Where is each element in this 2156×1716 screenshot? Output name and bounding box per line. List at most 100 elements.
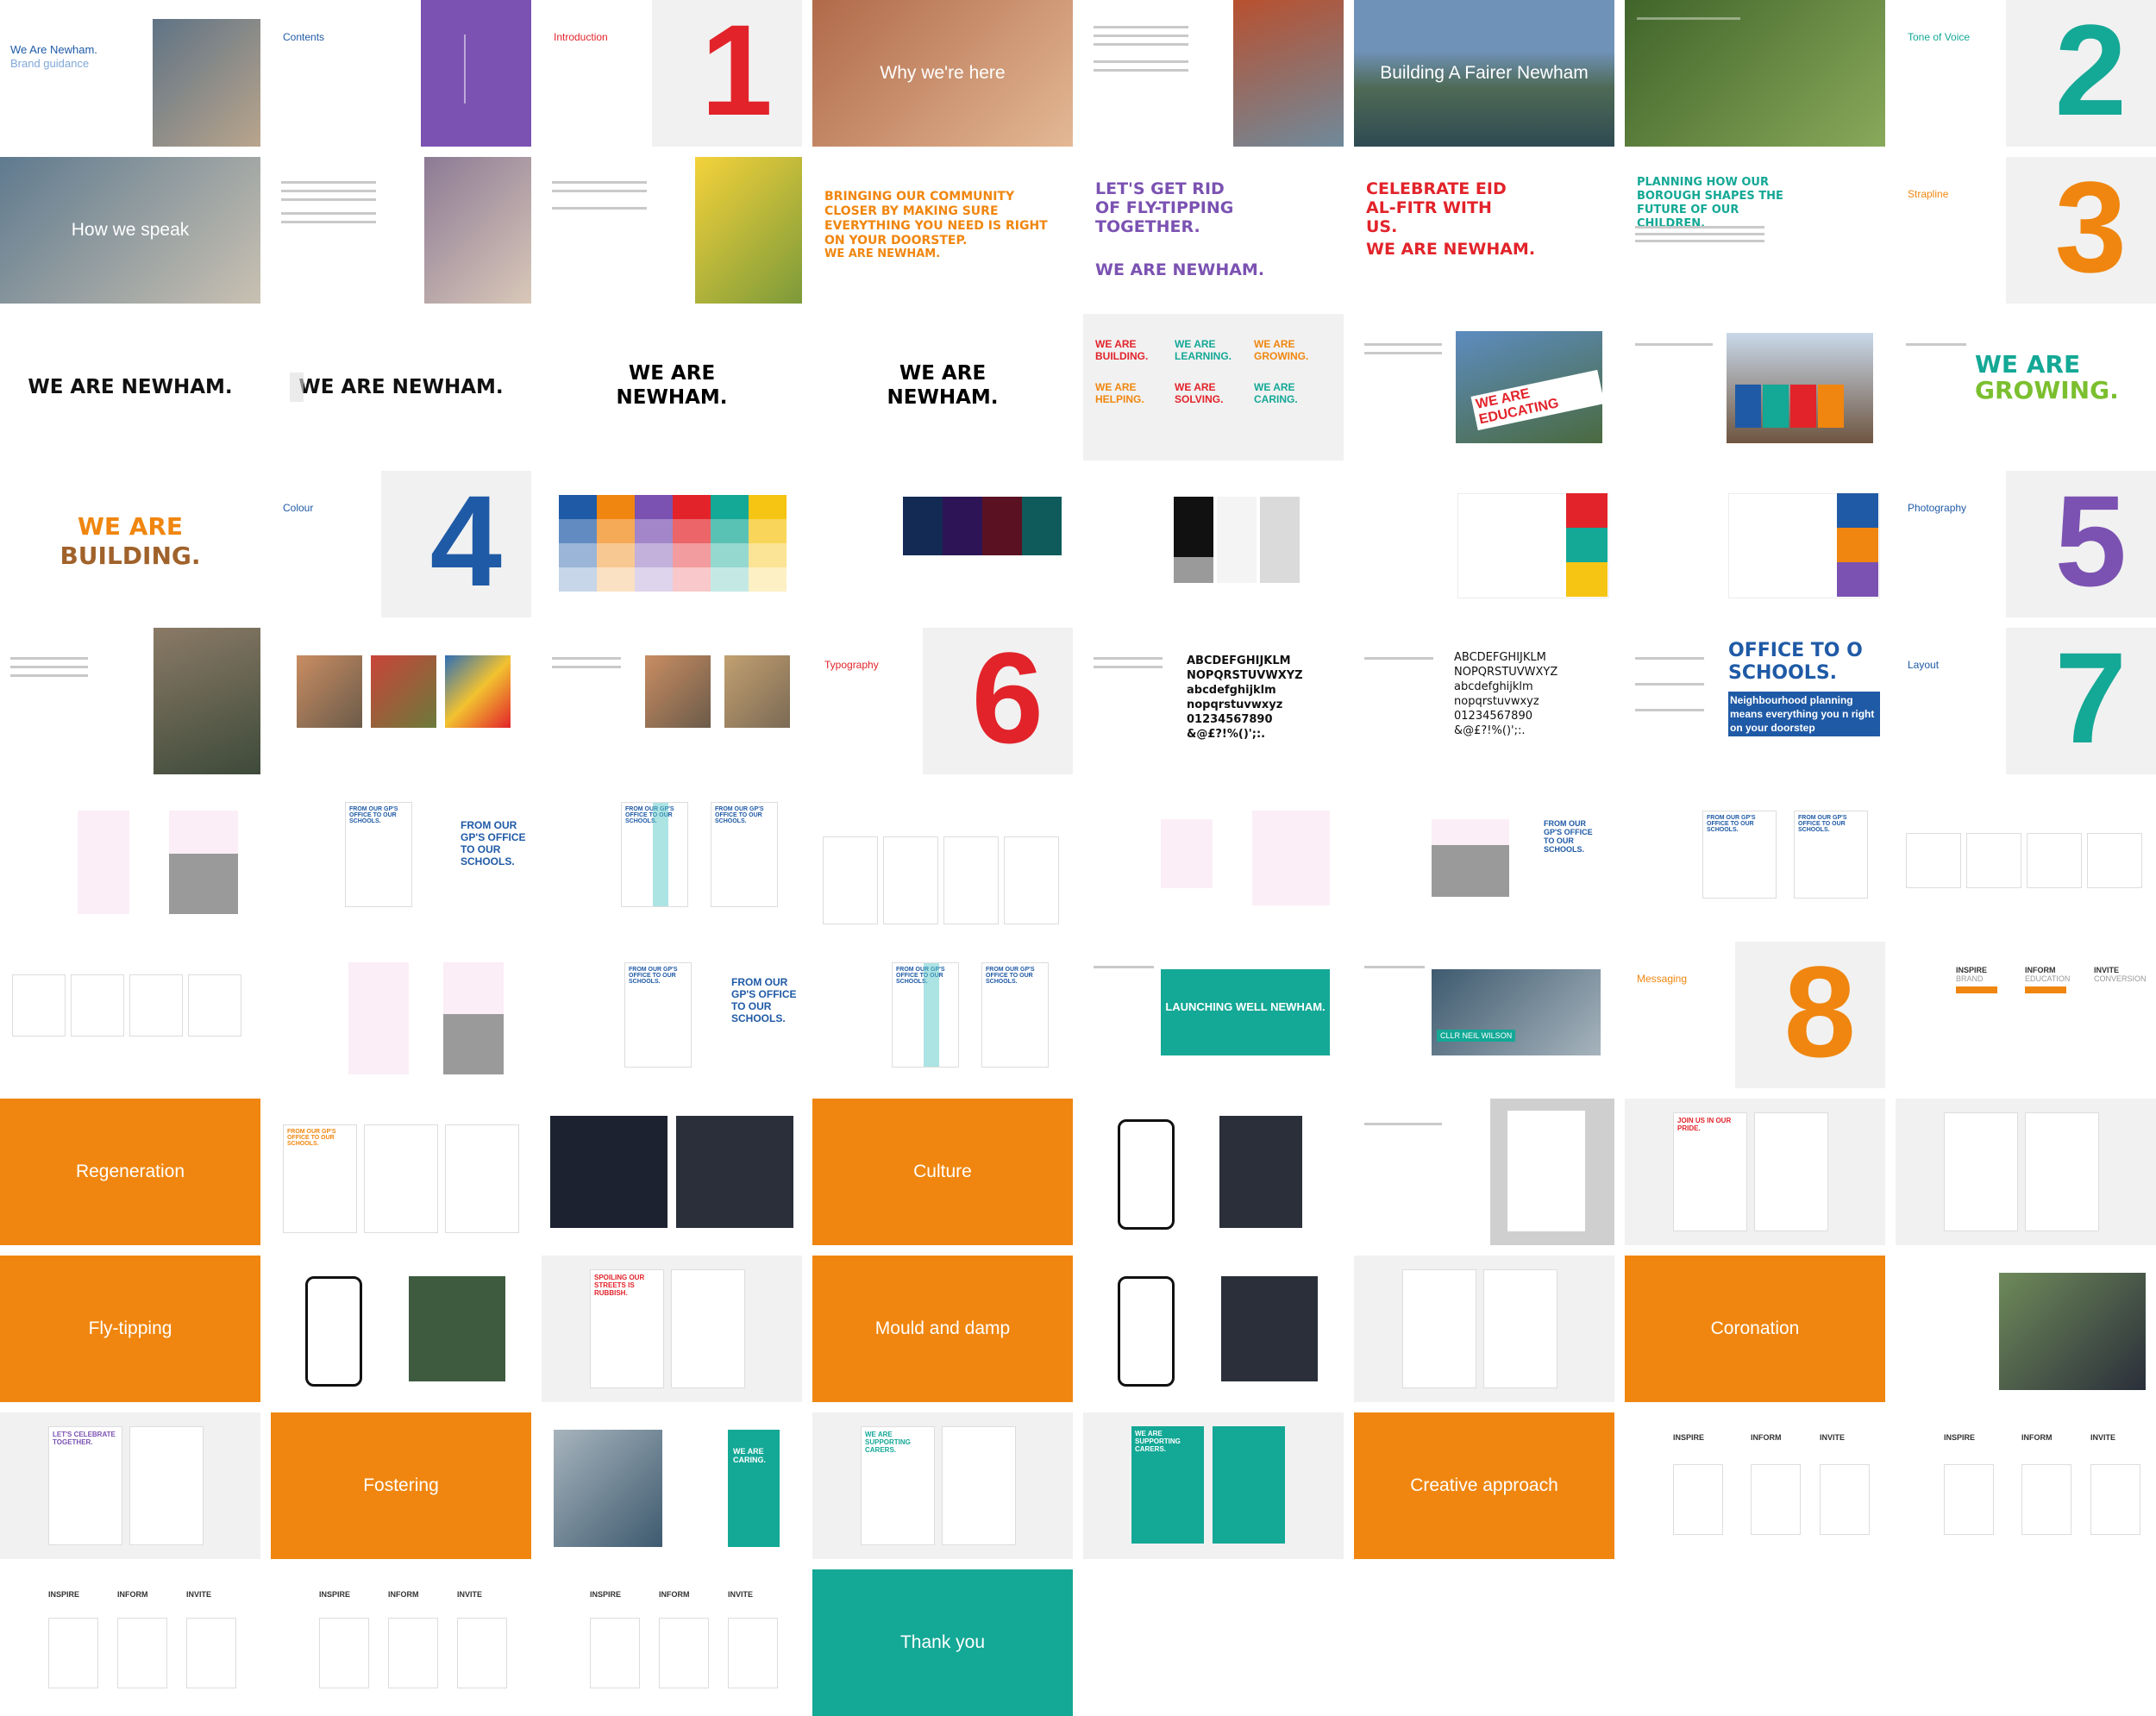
- page-culture-leaflet-2[interactable]: [1896, 1099, 2156, 1245]
- page-educating-banner[interactable]: WE ARE EDUCATING: [1354, 314, 1614, 460]
- page-layout-poster-2[interactable]: FROM OUR GP'S OFFICE TO OUR SCHOOLS. FRO…: [542, 785, 802, 931]
- page-social-samples[interactable]: [0, 942, 260, 1088]
- page-flytip-leaflet[interactable]: SPOILING OUR STREETS IS RUBBISH.: [542, 1256, 802, 1402]
- page-strapline-stacked-exclusion[interactable]: WE ARE NEWHAM.: [812, 314, 1073, 460]
- page-secondary-font[interactable]: ABCDEFGHIJKLM NOPQRSTUVWXYZ abcdefghijkl…: [1354, 628, 1614, 774]
- page-colour-ratio-1[interactable]: [1354, 471, 1614, 617]
- page-tone-text[interactable]: [542, 157, 802, 304]
- theme-culture[interactable]: Culture: [812, 1099, 1073, 1245]
- page-green-text[interactable]: [1625, 0, 1885, 147]
- swatch-white: [1217, 497, 1257, 583]
- page-a3-grid[interactable]: [271, 942, 531, 1088]
- page-layout-poster-1[interactable]: FROM OUR GP'S OFFICE TO OUR SCHOOLS. FRO…: [271, 785, 531, 931]
- page-regeneration-posters[interactable]: FROM OUR GP'S OFFICE TO OUR SCHOOLS.: [271, 1099, 531, 1245]
- page-creative-matrix[interactable]: INSPIRE INFORM INVITE: [1625, 1412, 1885, 1559]
- page-creative-matrix-4[interactable]: INSPIRE INFORM INVITE: [271, 1569, 531, 1716]
- page-strapline-full[interactable]: WE ARE NEWHAM.: [0, 314, 260, 460]
- page-layout-social-variants[interactable]: [1896, 785, 2156, 931]
- page-layout-grid-1[interactable]: [0, 785, 260, 931]
- page-culture-social[interactable]: [1083, 1099, 1344, 1245]
- theme-fly-tipping[interactable]: Fly-tipping: [0, 1256, 260, 1402]
- section-tone[interactable]: Tone of Voice 2: [1896, 0, 2156, 147]
- page-photo-examples[interactable]: [271, 628, 531, 774]
- type-symbols: &@£?!%()';:.: [1187, 728, 1266, 741]
- page-colour-ratio-2[interactable]: [1625, 471, 1885, 617]
- photo-example: [645, 655, 711, 728]
- palette-tint: [597, 495, 635, 519]
- section-colour[interactable]: Colour 4: [271, 471, 531, 617]
- page-building[interactable]: WE ARE BUILDING.: [0, 471, 260, 617]
- strapline-line1: WE ARE: [628, 362, 716, 385]
- page-strapline-exclusion[interactable]: WE ARE NEWHAM.: [271, 314, 531, 460]
- page-fairer-newham[interactable]: Building A Fairer Newham: [1354, 0, 1614, 147]
- creative-sample: [659, 1618, 709, 1688]
- page-layout-social-1[interactable]: FROM OUR GP'S OFFICE TO OUR SCHOOLS.: [1354, 785, 1614, 931]
- page-type-hierarchy[interactable]: OFFICE TO O SCHOOLS. Neighbourhood plann…: [1625, 628, 1885, 774]
- page-messaging-matrix[interactable]: INSPIRE INFORM INVITE BRAND EDUCATION CO…: [1896, 942, 2156, 1088]
- page-layout-variants[interactable]: [812, 785, 1073, 931]
- page-why-here[interactable]: Why we're here: [812, 0, 1073, 147]
- page-community-headline[interactable]: BRINGING OUR COMMUNITY CLOSER BY MAKING …: [812, 157, 1073, 304]
- type-specimen: ABCDEFGHIJKLM NOPQRSTUVWXYZ abcdefghijkl…: [1454, 650, 1609, 738]
- section-layout[interactable]: Layout 7: [1896, 628, 2156, 774]
- page-coronation-ooh[interactable]: [1896, 1256, 2156, 1402]
- page-growing[interactable]: WE ARE GROWING.: [1896, 314, 2156, 460]
- poster-headline: FROM OUR GP'S OFFICE TO OUR SCHOOLS.: [287, 1129, 336, 1147]
- page-eid-headline[interactable]: CELEBRATE EID AL-FITR WITH US. WE ARE NE…: [1354, 157, 1614, 304]
- page-cover[interactable]: We Are Newham. Brand guidance: [0, 0, 260, 147]
- page-a3-poster[interactable]: FROM OUR GP'S OFFICE TO OUR SCHOOLS. FRO…: [542, 942, 802, 1088]
- page-mould-leaflet[interactable]: [1354, 1256, 1614, 1402]
- type-example: OFFICE TO O SCHOOLS. Neighbourhood plann…: [1728, 640, 1880, 764]
- page-photo-intro[interactable]: [0, 628, 260, 774]
- theme-fostering[interactable]: Fostering: [271, 1412, 531, 1559]
- text-line: [552, 666, 621, 668]
- page-culture-letter[interactable]: [1354, 1099, 1614, 1245]
- text-line: [1635, 657, 1704, 660]
- col-invite: INVITE: [186, 1590, 212, 1599]
- page-regeneration-ooh[interactable]: [542, 1099, 802, 1245]
- section-strapline[interactable]: Strapline 3: [1896, 157, 2156, 304]
- page-film-launch[interactable]: LAUNCHING WELL NEWHAM.: [1083, 942, 1344, 1088]
- page-a3-poster-guides[interactable]: FROM OUR GP'S OFFICE TO OUR SCHOOLS. FRO…: [812, 942, 1073, 1088]
- page-dark-palette[interactable]: [812, 471, 1073, 617]
- page-flytip-headline[interactable]: LET'S GET RID OF FLY-TIPPING TOGETHER. W…: [1083, 157, 1344, 304]
- leaflet-headline: JOIN US IN OUR PRIDE.: [1677, 1117, 1732, 1132]
- page-strapline-stacked[interactable]: WE ARE NEWHAM.: [542, 314, 802, 460]
- section-typography[interactable]: Typography 6: [812, 628, 1073, 774]
- page-creative-matrix-3[interactable]: INSPIRE INFORM INVITE: [0, 1569, 260, 1716]
- theme-coronation[interactable]: Coronation: [1625, 1256, 1885, 1402]
- page-film-caption[interactable]: CLLR NEIL WILSON: [1354, 942, 1614, 1088]
- theme-regeneration[interactable]: Regeneration: [0, 1099, 260, 1245]
- section-photography[interactable]: Photography 5: [1896, 471, 2156, 617]
- poster: FROM OUR GP'S OFFICE TO OUR SCHOOLS.: [624, 962, 692, 1068]
- page-fostering-ooh[interactable]: WE ARE CARING.: [542, 1412, 802, 1559]
- page-culture-leaflet[interactable]: JOIN US IN OUR PRIDE.: [1625, 1099, 1885, 1245]
- section-introduction[interactable]: Introduction 1: [542, 0, 802, 147]
- page-intro-text[interactable]: [1083, 0, 1344, 147]
- page-planning-headline[interactable]: PLANNING HOW OUR BOROUGH SHAPES THE FUTU…: [1625, 157, 1885, 304]
- page-colour-palette[interactable]: [542, 471, 802, 617]
- page-strapline-words[interactable]: WE ARE BUILDING. WE ARE LEARNING. WE ARE…: [1083, 314, 1344, 460]
- page-layout-grid-2[interactable]: [1083, 785, 1344, 931]
- page-celebrate-leaflet[interactable]: LET'S CELEBRATE TOGETHER.: [0, 1412, 260, 1559]
- page-fostering-leaflet-2[interactable]: WE ARE SUPPORTING CARERS.: [1083, 1412, 1344, 1559]
- page-creative-matrix-2[interactable]: INSPIRE INFORM INVITE: [1896, 1412, 2156, 1559]
- page-creative-matrix-5[interactable]: INSPIRE INFORM INVITE: [542, 1569, 802, 1716]
- section-messaging[interactable]: Messaging 8: [1625, 942, 1885, 1088]
- page-primary-font[interactable]: ABCDEFGHIJKLM NOPQRSTUVWXYZ abcdefghijkl…: [1083, 628, 1344, 774]
- page-fostering-leaflet[interactable]: WE ARE SUPPORTING CARERS.: [812, 1412, 1073, 1559]
- page-mould-social[interactable]: [1083, 1256, 1344, 1402]
- page-contents[interactable]: Contents: [271, 0, 531, 147]
- theme-mould-damp[interactable]: Mould and damp: [812, 1256, 1073, 1402]
- page-grammar[interactable]: [271, 157, 531, 304]
- strapline-line2: NEWHAM.: [887, 386, 999, 409]
- page-flytip-social[interactable]: [271, 1256, 531, 1402]
- text-line: [552, 657, 621, 660]
- page-photo-real[interactable]: [542, 628, 802, 774]
- theme-creative-approach[interactable]: Creative approach: [1354, 1412, 1614, 1559]
- page-how-we-speak[interactable]: How we speak: [0, 157, 260, 304]
- page-layout-social-2[interactable]: FROM OUR GP'S OFFICE TO OUR SCHOOLS. FRO…: [1625, 785, 1885, 931]
- page-neutral-palette[interactable]: [1083, 471, 1344, 617]
- page-thank-you[interactable]: Thank you: [812, 1569, 1073, 1716]
- page-hoardings[interactable]: [1625, 314, 1885, 460]
